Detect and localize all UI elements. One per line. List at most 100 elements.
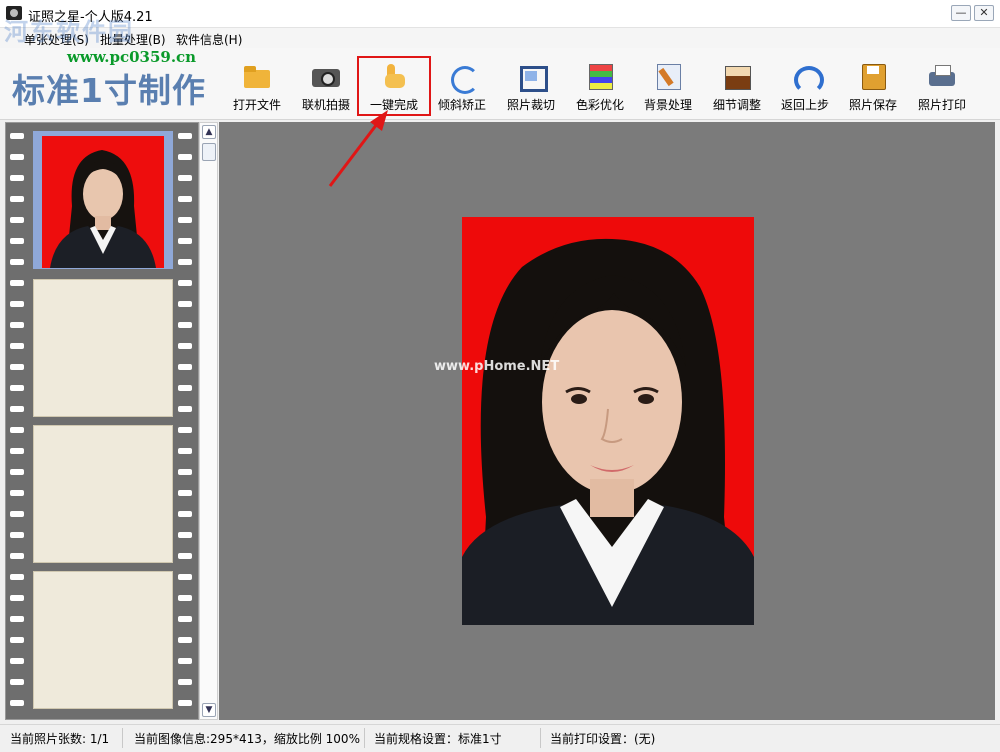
film-sprocket-hole — [178, 217, 192, 223]
detail-icon — [722, 62, 752, 90]
id-photo-preview — [462, 217, 754, 625]
film-sprocket-hole — [10, 427, 24, 433]
title-bar: 证照之星-个人版4.21 — ✕ — [0, 0, 1000, 28]
site-url-watermark: www.pc0359.cn — [67, 48, 197, 66]
status-print: 当前打印设置：(无) — [550, 732, 656, 746]
film-sprocket-hole — [178, 553, 192, 559]
film-sprocket-hole — [178, 154, 192, 160]
film-sprocket-hole — [10, 553, 24, 559]
crop-label: 照片裁切 — [506, 98, 555, 112]
film-sprocket-hole — [10, 406, 24, 412]
detail-adjust-label: 细节调整 — [712, 98, 761, 112]
film-sprocket-hole — [10, 322, 24, 328]
hand-icon — [379, 62, 409, 90]
print-photo-button[interactable]: 照片打印 — [907, 58, 977, 116]
scroll-thumb[interactable] — [202, 143, 216, 161]
save-icon — [858, 62, 888, 90]
film-sprocket-hole — [10, 175, 24, 181]
film-sprocket-hole — [10, 196, 24, 202]
film-sprocket-hole — [10, 301, 24, 307]
undo-button[interactable]: 返回上步 — [770, 58, 840, 116]
film-sprocket-hole — [10, 679, 24, 685]
capture-button[interactable]: 联机拍摄 — [291, 58, 361, 116]
site-watermark: 河东软件园 — [4, 18, 134, 46]
film-sprocket-hole — [178, 427, 192, 433]
color-optimize-button[interactable]: 色彩优化 — [565, 58, 635, 116]
film-sprocket-hole — [10, 217, 24, 223]
rotate-icon — [447, 62, 479, 94]
film-sprocket-hole — [178, 595, 192, 601]
film-frame-2[interactable] — [33, 279, 173, 417]
film-sprocket-hole — [10, 511, 24, 517]
background-button[interactable]: 背景处理 — [633, 58, 703, 116]
status-bar: 当前照片张数: 1/1 当前图像信息:295*413，缩放比例 100% 当前规… — [0, 724, 1000, 752]
film-sprocket-hole — [178, 574, 192, 580]
film-sprocket-hole — [178, 532, 192, 538]
photo-thumbnail[interactable] — [42, 136, 164, 268]
film-sprocket-hole — [10, 595, 24, 601]
photo-watermark: www.pHome.NET — [434, 359, 560, 374]
film-sprocket-hole — [10, 238, 24, 244]
film-sprocket-hole — [178, 385, 192, 391]
film-sprocket-hole — [178, 280, 192, 286]
status-divider — [122, 728, 123, 748]
film-sprocket-hole — [178, 616, 192, 622]
film-sprocket-hole — [178, 301, 192, 307]
film-sprocket-hole — [178, 658, 192, 664]
camera-icon — [311, 62, 341, 90]
print-icon — [927, 62, 957, 90]
film-sprocket-hole — [10, 259, 24, 265]
film-sprocket-hole — [178, 364, 192, 370]
undo-icon — [790, 62, 824, 94]
film-strip-scrollbar[interactable]: ▲ ▼ — [199, 122, 218, 720]
film-holes-left — [10, 123, 24, 721]
film-sprocket-hole — [10, 343, 24, 349]
film-frame-1[interactable] — [33, 131, 173, 269]
undo-label: 返回上步 — [780, 98, 829, 112]
film-sprocket-hole — [178, 637, 192, 643]
open-file-label: 打开文件 — [232, 98, 281, 112]
close-button[interactable]: ✕ — [974, 5, 994, 21]
brand-title: 标准1寸制作 — [12, 71, 206, 110]
film-sprocket-hole — [178, 322, 192, 328]
film-sprocket-hole — [178, 511, 192, 517]
film-sprocket-hole — [10, 385, 24, 391]
crop-icon — [516, 62, 548, 92]
print-photo-label: 照片打印 — [917, 98, 966, 112]
save-photo-label: 照片保存 — [848, 98, 897, 112]
menu-software-info[interactable]: 软件信息(H) — [176, 31, 242, 48]
film-sprocket-hole — [178, 343, 192, 349]
portrait-photo-image — [462, 217, 754, 625]
minimize-button[interactable]: — — [951, 5, 971, 21]
film-sprocket-hole — [178, 448, 192, 454]
film-sprocket-hole — [10, 490, 24, 496]
film-sprocket-hole — [10, 574, 24, 580]
tilt-correct-button[interactable]: 倾斜矫正 — [427, 58, 497, 116]
film-frame-3[interactable] — [33, 425, 173, 563]
one-click-button[interactable]: 一键完成 — [357, 56, 431, 116]
crop-button[interactable]: 照片裁切 — [496, 58, 566, 116]
film-sprocket-hole — [178, 406, 192, 412]
save-photo-button[interactable]: 照片保存 — [838, 58, 908, 116]
open-file-button[interactable]: 打开文件 — [222, 58, 292, 116]
scroll-up-icon[interactable]: ▲ — [202, 125, 216, 139]
detail-adjust-button[interactable]: 细节调整 — [702, 58, 772, 116]
film-sprocket-hole — [178, 679, 192, 685]
photo-film-strip — [5, 122, 199, 720]
color-icon — [585, 62, 615, 90]
menu-bar: 单张处理(S) 批量处理(B) 软件信息(H) — [0, 28, 1000, 48]
film-sprocket-hole — [178, 133, 192, 139]
tilt-correct-label: 倾斜矫正 — [437, 98, 486, 112]
film-sprocket-hole — [10, 364, 24, 370]
scroll-down-icon[interactable]: ▼ — [202, 703, 216, 717]
background-icon — [653, 62, 683, 90]
film-frame-4[interactable] — [33, 571, 173, 709]
film-sprocket-hole — [10, 133, 24, 139]
background-label: 背景处理 — [643, 98, 692, 112]
status-photo-count: 当前照片张数: 1/1 — [10, 732, 110, 746]
portrait-thumbnail-image — [42, 136, 164, 268]
film-sprocket-hole — [10, 658, 24, 664]
film-sprocket-hole — [10, 448, 24, 454]
photo-canvas[interactable]: www.pHome.NET — [219, 122, 995, 720]
film-sprocket-hole — [178, 259, 192, 265]
